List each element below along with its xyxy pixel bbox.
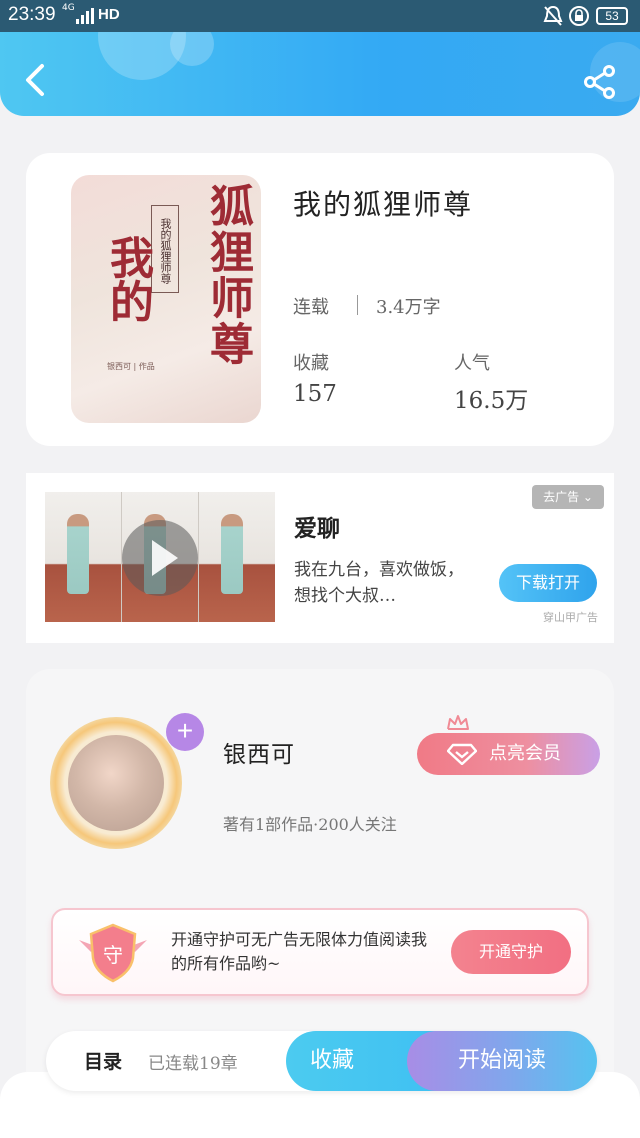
author-name: 银西可 — [223, 742, 295, 768]
cover-title-main: 狐狸师尊 — [202, 183, 253, 367]
share-button[interactable] — [582, 64, 618, 100]
ad-video-thumbnail[interactable] — [45, 492, 275, 622]
guard-promo: 守 开通守护可无广告无限体力值阅读我的所有作品哟~ 开通守护 — [51, 908, 589, 996]
video-person — [67, 514, 89, 594]
activate-vip-button[interactable]: 点亮会员 — [417, 733, 600, 775]
favorites-label: 收藏 — [293, 353, 329, 374]
popularity-label: 人气 — [454, 353, 490, 374]
hd-label: HD — [98, 6, 120, 23]
header — [0, 32, 640, 116]
video-person — [221, 514, 243, 594]
network-label: 4G — [62, 3, 75, 13]
crown-icon — [447, 715, 469, 730]
book-word-count: 3.4万字 — [376, 297, 441, 318]
video-frame — [199, 492, 275, 622]
author-avatar[interactable]: + — [50, 709, 204, 849]
ad-description: 我在九台，喜欢做饭，想找个大叔… — [294, 560, 464, 606]
book-info-card: 我的狐狸师尊 狐狸师尊 我的 银西可 | 作品 我的狐狸师尊 连载 3.4万字 … — [26, 153, 614, 446]
divider — [357, 295, 358, 315]
guard-text: 开通守护可无广告无限体力值阅读我的所有作品哟~ — [171, 930, 428, 973]
mute-bell-icon — [543, 5, 563, 26]
guard-shield-icon: 守 — [79, 923, 147, 983]
chapter-count: 已连载19章 — [148, 1054, 238, 1074]
cover-subtitle: 我的狐狸师尊 — [151, 205, 179, 293]
video-frame — [45, 492, 122, 622]
battery-indicator: 53 — [596, 7, 628, 25]
status-time: 23:39 — [8, 4, 56, 25]
activate-guard-button[interactable]: 开通守护 — [451, 930, 571, 974]
favorites-value: 157 — [293, 381, 337, 407]
start-reading-button[interactable]: 开始阅读 — [407, 1031, 597, 1091]
diamond-icon — [447, 743, 477, 765]
lock-icon — [569, 6, 589, 26]
ad-card[interactable]: 去广告 ⌄ 爱聊 我在九台，喜欢做饭，想找个大叔… 下载打开 穿山甲广告 — [26, 473, 614, 643]
back-button[interactable] — [20, 62, 50, 98]
book-cover[interactable]: 我的狐狸师尊 狐狸师尊 我的 银西可 | 作品 — [71, 175, 261, 423]
status-bar: 23:39 4G HD 53 — [0, 0, 640, 32]
book-title: 我的狐狸师尊 — [293, 188, 474, 221]
vip-button-label: 点亮会员 — [489, 743, 561, 764]
author-meta: 著有1部作品·200人关注 — [223, 815, 397, 834]
avatar — [68, 735, 164, 831]
cover-author: 银西可 | 作品 — [107, 362, 155, 371]
popularity-value: 16.5万 — [454, 388, 529, 414]
ad-source: 穿山甲广告 — [543, 611, 598, 624]
cover-title-prefix: 我的 — [102, 235, 153, 323]
signal-icon — [76, 8, 94, 24]
ad-title: 爱聊 — [294, 515, 340, 542]
book-status: 连载 — [293, 297, 329, 318]
guard-badge-text: 守 — [103, 943, 123, 967]
bottom-action-bar: 目录 已连载19章 收藏 开始阅读 — [46, 1031, 597, 1091]
download-open-button[interactable]: 下载打开 — [499, 564, 597, 602]
plus-icon[interactable]: + — [166, 713, 204, 751]
play-icon[interactable] — [122, 520, 198, 596]
toc-button[interactable]: 目录 — [84, 1047, 122, 1074]
remove-ad-button[interactable]: 去广告 ⌄ — [532, 485, 604, 509]
